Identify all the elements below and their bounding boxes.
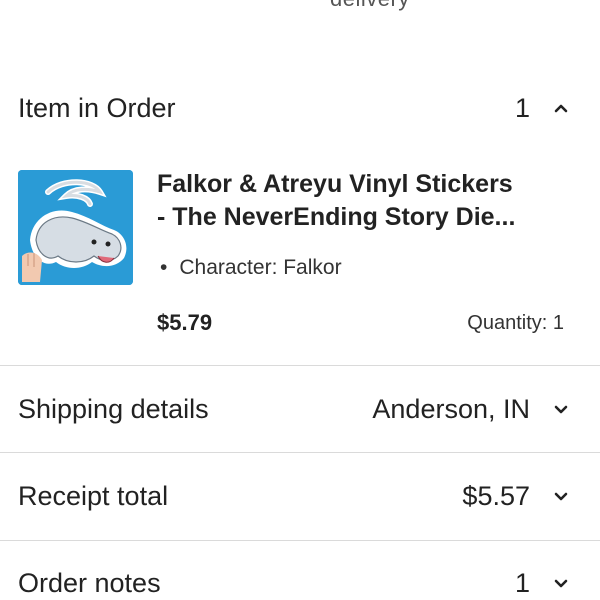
shipping-details-label: Shipping details xyxy=(18,393,209,424)
receipt-total-amount: $5.57 xyxy=(462,480,530,511)
item-thumbnail[interactable] xyxy=(18,170,133,285)
chevron-down-icon[interactable] xyxy=(552,400,570,418)
divider xyxy=(0,452,600,453)
item-title-line-2: - The NeverEnding Story Die... xyxy=(157,203,516,231)
item-in-order-label: Item in Order xyxy=(18,92,176,123)
item-price: $5.79 xyxy=(157,310,213,335)
chevron-down-icon[interactable] xyxy=(552,487,570,505)
item-variation-text: Character: Falkor xyxy=(179,256,342,279)
order-details-page: delivery Item in Order 1 Falkor & Atreyu… xyxy=(0,0,600,600)
item-quantity: Quantity: 1 xyxy=(467,312,564,334)
sticker-image-icon xyxy=(18,170,133,285)
chevron-up-icon[interactable] xyxy=(552,99,570,117)
order-notes-row[interactable]: Order notes 1 xyxy=(0,553,600,600)
chevron-down-icon[interactable] xyxy=(552,574,570,592)
order-notes-label: Order notes xyxy=(18,567,161,598)
item-in-order-header[interactable]: Item in Order 1 xyxy=(0,78,600,138)
bullet: • xyxy=(160,256,168,279)
item-title-line-1: Falkor & Atreyu Vinyl Stickers xyxy=(157,170,513,198)
delivery-text-partial: delivery xyxy=(330,0,410,12)
order-notes-count: 1 xyxy=(514,567,530,598)
item-variation: • Character: Falkor xyxy=(160,256,342,280)
divider xyxy=(0,365,600,366)
item-count: 1 xyxy=(514,92,530,123)
shipping-details-row[interactable]: Shipping details Anderson, IN xyxy=(0,379,600,439)
item-title[interactable]: Falkor & Atreyu Vinyl Stickers - The Nev… xyxy=(157,168,577,234)
shipping-location: Anderson, IN xyxy=(372,393,530,424)
divider xyxy=(0,540,600,541)
receipt-total-label: Receipt total xyxy=(18,480,169,511)
receipt-total-row[interactable]: Receipt total $5.57 xyxy=(0,466,600,526)
